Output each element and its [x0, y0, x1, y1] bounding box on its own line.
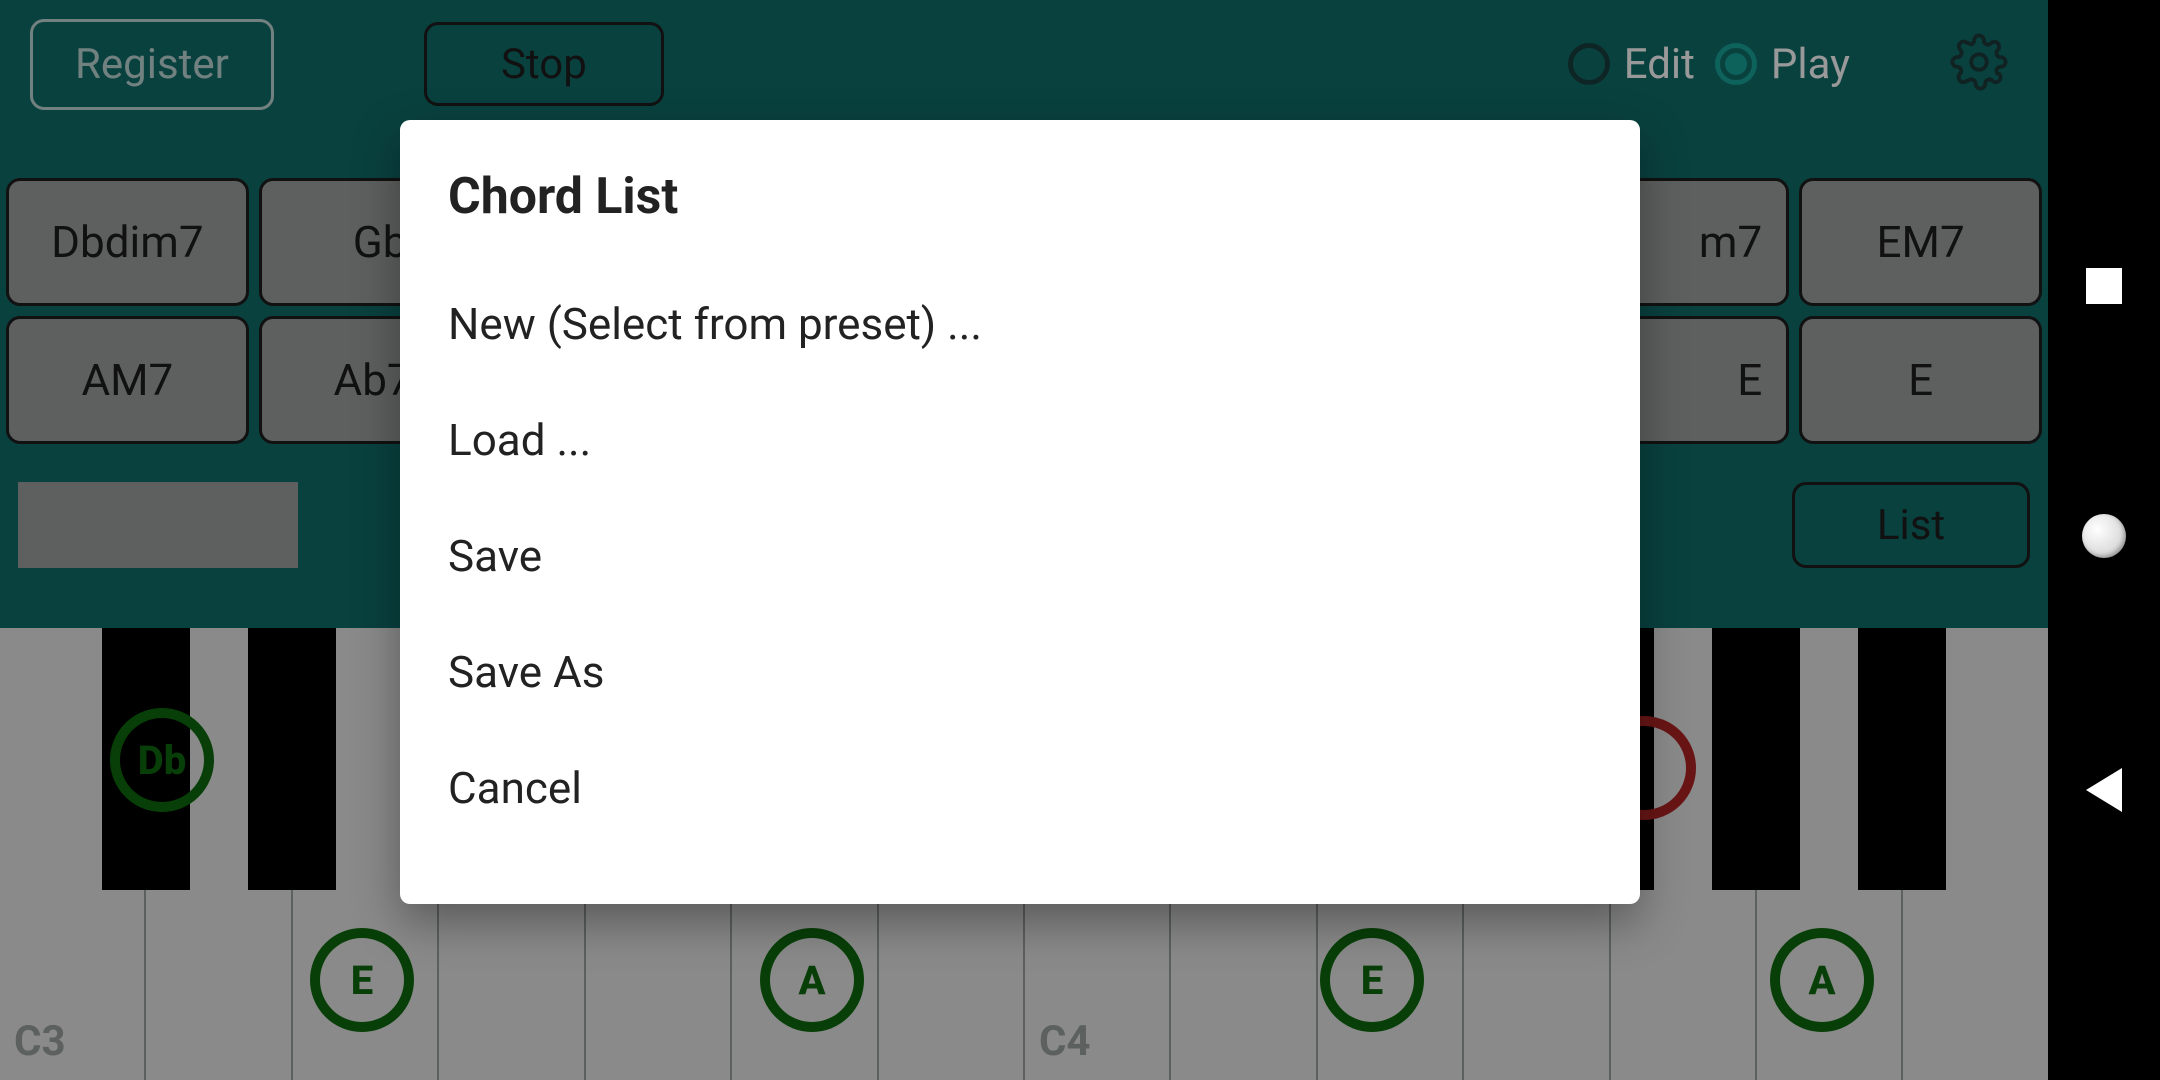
app-surface: Register Stop Edit Play Dbdim7 Gb m7 EM7 [0, 0, 2048, 1080]
menu-item-save[interactable]: Save [400, 498, 1640, 614]
android-nav-bar [2048, 0, 2160, 1080]
menu-item-load[interactable]: Load ... [400, 382, 1640, 498]
recents-button[interactable] [2086, 268, 2122, 304]
home-button[interactable] [2082, 514, 2126, 558]
menu-item-save-as[interactable]: Save As [400, 614, 1640, 730]
menu-item-new[interactable]: New (Select from preset) ... [400, 266, 1640, 382]
menu-item-cancel[interactable]: Cancel [400, 730, 1640, 846]
chord-list-dialog: Chord List New (Select from preset) ... … [400, 120, 1640, 904]
back-button[interactable] [2086, 768, 2122, 812]
dialog-title: Chord List [400, 168, 1640, 266]
